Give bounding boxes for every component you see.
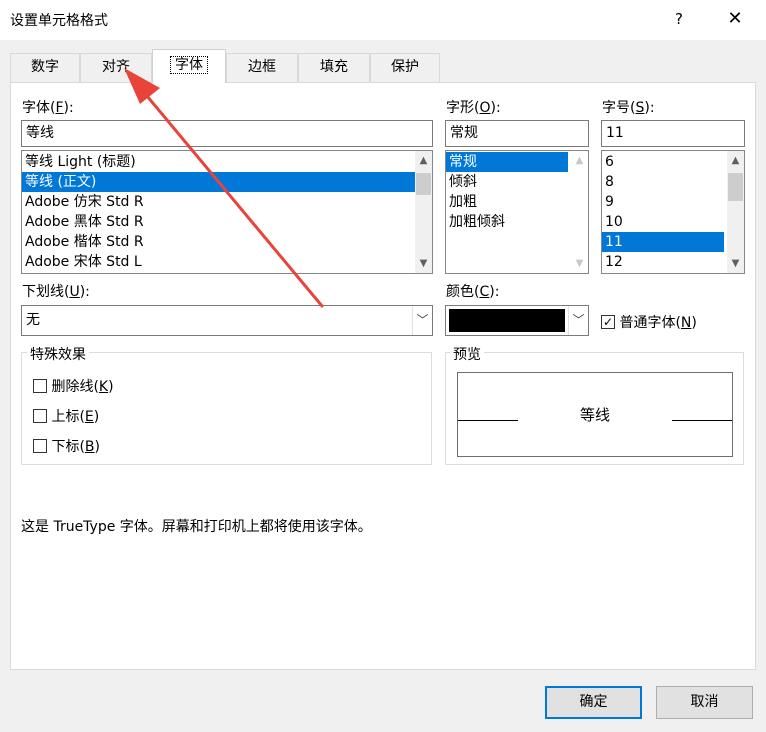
superscript-checkbox[interactable]: 上标(E) (33, 406, 99, 426)
size-label: 字号(S): (602, 100, 655, 116)
tab-alignment[interactable]: 对齐 (80, 53, 152, 82)
font-size-list[interactable]: 6 8 9 10 11 12 ▲ ▼ (601, 150, 745, 274)
list-item[interactable]: Adobe 仿宋 Std R (22, 192, 432, 212)
subscript-checkbox[interactable]: 下标(B) (33, 436, 100, 456)
tab-protection[interactable]: 保护 (370, 53, 440, 82)
size-list-scrollbar[interactable]: ▲ ▼ (727, 151, 744, 273)
list-item[interactable]: Adobe 黑体 Std R (22, 212, 432, 232)
chevron-up-icon[interactable]: ▲ (727, 152, 744, 169)
checkbox-icon[interactable] (33, 439, 47, 453)
list-item[interactable]: Adobe 楷体 Std R (22, 232, 432, 252)
preview-sample-text: 等线 (579, 406, 610, 424)
tab-border[interactable]: 边框 (226, 53, 298, 82)
effects-group-label: 特殊效果 (27, 344, 89, 364)
preview-box: 等线 (457, 372, 733, 457)
ok-button[interactable]: 确定 (545, 686, 642, 719)
subscript-label: 下标(B) (51, 439, 100, 455)
superscript-label: 上标(E) (51, 409, 100, 425)
tab-font[interactable]: 字体 (152, 49, 226, 83)
normal-font-label: 普通字体(N) (619, 315, 697, 331)
list-item-selected[interactable]: 11 (602, 232, 724, 252)
font-size-input[interactable]: 11 (601, 120, 745, 147)
list-item[interactable]: Adobe 宋体 Std L (22, 252, 432, 272)
scroll-thumb[interactable] (416, 173, 431, 195)
chevron-down-icon[interactable]: ▼ (415, 255, 432, 272)
chevron-up-icon[interactable]: ▲ (415, 152, 432, 169)
list-item[interactable]: 加粗倾斜 (446, 212, 568, 232)
chevron-up-icon: ▲ (575, 155, 584, 166)
title-bar (0, 0, 766, 40)
font-label: 字体(F): (22, 100, 74, 116)
list-item-selected[interactable]: 等线 (正文) (22, 172, 432, 192)
list-item[interactable]: 9 (602, 192, 724, 212)
tab-label: 保护 (391, 59, 419, 75)
list-item[interactable]: 12 (602, 252, 724, 272)
help-button[interactable]: ? (664, 4, 694, 34)
strikethrough-checkbox[interactable]: 删除线(K) (33, 376, 114, 396)
close-button[interactable]: ✕ (720, 4, 750, 34)
color-swatch (449, 309, 565, 332)
list-item[interactable]: 倾斜 (446, 172, 568, 192)
dialog-title: 设置单元格格式 (10, 13, 108, 29)
color-label: 颜色(C): (446, 284, 500, 300)
underline-label: 下划线(U): (22, 284, 90, 300)
checkbox-checked-icon[interactable]: ✓ (601, 315, 615, 329)
chevron-down-icon[interactable]: ﹀ (568, 306, 588, 335)
font-style-input[interactable]: 常规 (445, 120, 589, 147)
tab-label: 数字 (31, 59, 59, 75)
tab-label: 边框 (248, 59, 276, 75)
truetype-info-text: 这是 TrueType 字体。屏幕和打印机上都将使用该字体。 (21, 519, 372, 535)
list-item[interactable]: 加粗 (446, 192, 568, 212)
list-item[interactable]: 10 (602, 212, 724, 232)
tab-label: 对齐 (102, 59, 130, 75)
tab-number[interactable]: 数字 (10, 53, 80, 82)
list-item[interactable]: 6 (602, 152, 724, 172)
tab-label: 字体 (170, 56, 208, 74)
list-item[interactable]: 等线 Light (标题) (22, 152, 432, 172)
font-name-input[interactable]: 等线 (21, 120, 433, 147)
checkbox-icon[interactable] (33, 379, 47, 393)
scroll-thumb[interactable] (728, 173, 743, 201)
font-list[interactable]: 等线 Light (标题) 等线 (正文) Adobe 仿宋 Std R Ado… (21, 150, 433, 274)
checkbox-icon[interactable] (33, 409, 47, 423)
list-item-selected[interactable]: 常规 (446, 152, 568, 172)
tab-fill[interactable]: 填充 (298, 53, 370, 82)
list-item[interactable]: 8 (602, 172, 724, 192)
normal-font-checkbox[interactable]: ✓ 普通字体(N) (601, 312, 697, 332)
color-picker[interactable]: ﹀ (445, 305, 589, 336)
tab-label: 填充 (320, 59, 348, 75)
font-list-scrollbar[interactable]: ▲ ▼ (415, 151, 432, 273)
preview-group-label: 预览 (450, 344, 484, 364)
underline-select[interactable]: 无 ﹀ (21, 305, 433, 336)
chevron-down-icon[interactable]: ▼ (727, 255, 744, 272)
underline-value: 无 (26, 312, 40, 328)
style-list-scrollbar: ▲ ▼ (571, 151, 588, 273)
cancel-button[interactable]: 取消 (656, 686, 753, 719)
font-style-list[interactable]: 常规 倾斜 加粗 加粗倾斜 ▲ ▼ (445, 150, 589, 274)
chevron-down-icon[interactable]: ﹀ (412, 306, 432, 335)
strikethrough-label: 删除线(K) (51, 379, 114, 395)
style-label: 字形(O): (446, 100, 501, 116)
chevron-down-icon: ▼ (575, 258, 584, 269)
